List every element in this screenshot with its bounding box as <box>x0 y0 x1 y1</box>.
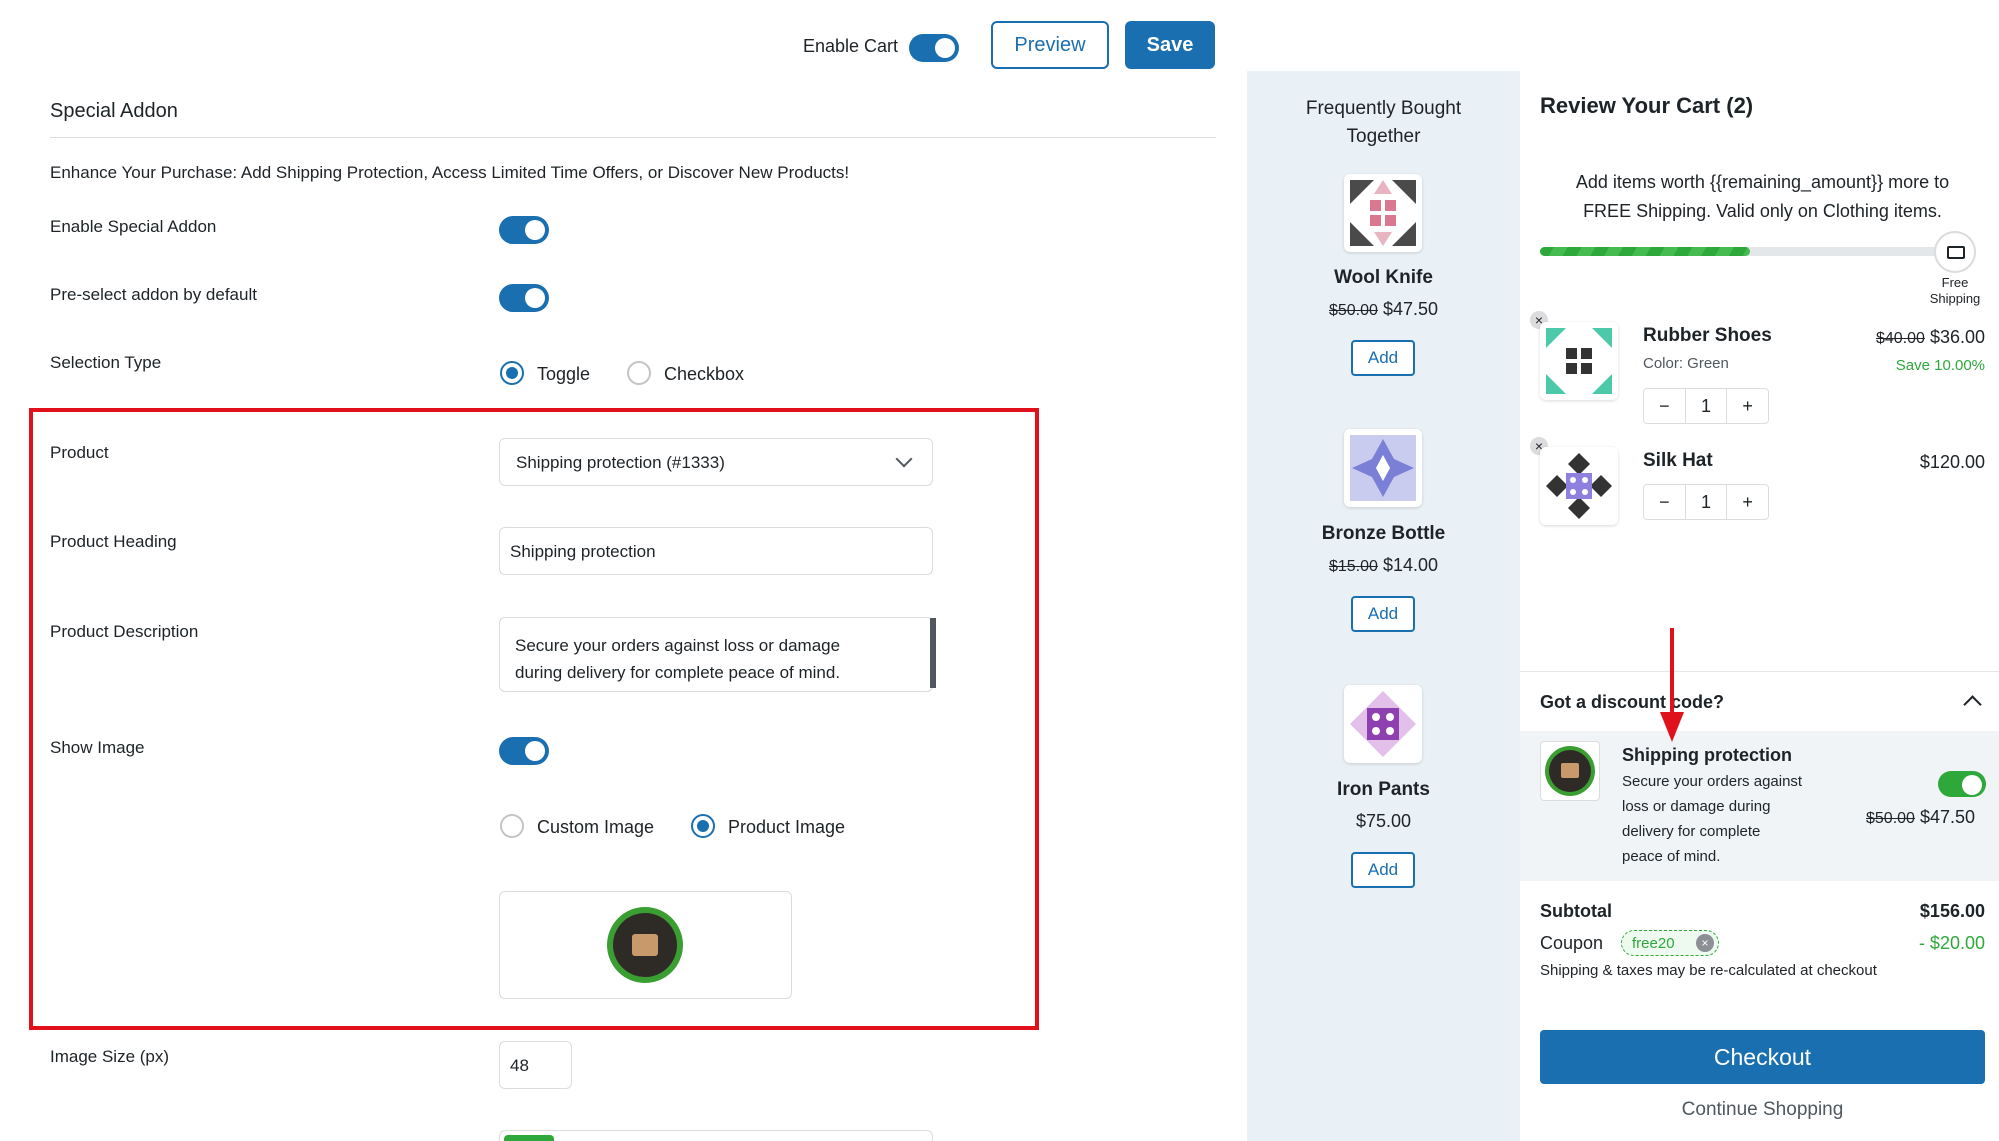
fbt-add-button[interactable]: Add <box>1351 340 1415 376</box>
qty-minus-button[interactable]: − <box>1644 396 1685 417</box>
preview-button[interactable]: Preview <box>991 21 1109 69</box>
image-size-input[interactable]: 48 <box>499 1041 572 1089</box>
coupon-label: Coupon <box>1540 933 1604 953</box>
checkout-button[interactable]: Checkout <box>1540 1030 1985 1084</box>
cart-item-price: $40.00 $36.00 <box>1875 327 1985 347</box>
section-divider <box>50 137 1216 138</box>
fbt-product-price: $15.00 $14.00 <box>1328 555 1438 575</box>
fbt-title: Frequently Bought Together <box>1305 98 1462 147</box>
save-button[interactable]: Save <box>1125 21 1215 69</box>
fbt-product-name[interactable]: Bronze Bottle <box>1247 523 1520 545</box>
coupon-code: free20 <box>1632 935 1675 952</box>
addon-description: Secure your orders against loss or damag… <box>1622 773 1803 865</box>
discount-label[interactable]: Got a discount code? <box>1540 692 1724 713</box>
shipping-note: Shipping & taxes may be re-calculated at… <box>1540 962 1877 979</box>
remove-coupon-icon[interactable]: × <box>1696 934 1714 952</box>
quantity-stepper: − 1 + <box>1643 484 1769 520</box>
preselect-toggle[interactable] <box>499 284 549 312</box>
section-title: Special Addon <box>50 100 178 122</box>
radio-checkbox[interactable] <box>627 361 651 385</box>
qty-value[interactable]: 1 <box>1684 388 1728 424</box>
product-thumb-iron-pants[interactable] <box>1344 685 1422 763</box>
qty-minus-button[interactable]: − <box>1644 492 1685 513</box>
image-size-value: 48 <box>510 1056 529 1075</box>
fbt-product-price: $75.00 <box>1355 811 1412 831</box>
quantity-stepper: − 1 + <box>1643 388 1769 424</box>
cart-item-savings: Save 10.00% <box>1895 357 1985 374</box>
preselect-label: Pre-select addon by default <box>50 285 257 304</box>
highlight-frame <box>29 408 1039 1030</box>
shipping-progress-fill <box>1540 247 1750 256</box>
fbt-product-name[interactable]: Iron Pants <box>1247 779 1520 801</box>
qty-value[interactable]: 1 <box>1684 484 1728 520</box>
subtotal-label: Subtotal <box>1540 901 1612 921</box>
enable-cart-label: Enable Cart <box>803 36 899 56</box>
addon-thumb <box>1540 741 1600 801</box>
ticket-icon <box>1934 231 1976 273</box>
cart-title: Review Your Cart (2) <box>1540 93 1754 118</box>
cart-item-name[interactable]: Rubber Shoes <box>1643 325 1772 347</box>
continue-shopping-link[interactable]: Continue Shopping <box>1540 1099 1985 1121</box>
coupon-chip: free20 × <box>1621 930 1719 956</box>
box-icon <box>1561 763 1579 778</box>
cart-item-variant: Color: Green <box>1643 355 1729 372</box>
free-shipping-message: Add items worth {{remaining_amount}} mor… <box>1575 172 1950 221</box>
product-thumb-bronze-bottle[interactable] <box>1344 429 1422 507</box>
enable-special-addon-toggle[interactable] <box>499 216 549 244</box>
radio-checkbox-label: Checkbox <box>664 364 745 384</box>
cart-item-name[interactable]: Silk Hat <box>1643 450 1713 472</box>
addon-price: $50.00 $47.50 <box>1866 807 1976 827</box>
fbt-product-name[interactable]: Wool Knife <box>1247 267 1520 289</box>
shipping-protection-badge-icon <box>1545 746 1595 796</box>
shipping-progress-bar <box>1540 247 1960 256</box>
fbt-add-button[interactable]: Add <box>1351 596 1415 632</box>
qty-plus-button[interactable]: + <box>1727 492 1768 513</box>
free-shipping-label: Free Shipping <box>1929 275 1981 306</box>
addon-toggle[interactable] <box>1938 771 1986 797</box>
next-field-partial <box>499 1130 933 1141</box>
subtotal-value: $156.00 <box>1919 901 1985 921</box>
annotation-arrow <box>1670 628 1674 718</box>
chevron-up-icon[interactable] <box>1963 695 1982 714</box>
top-toolbar: Enable Cart Preview Save <box>0 0 1230 80</box>
selection-type-label: Selection Type <box>50 353 162 372</box>
cart-item-thumb[interactable] <box>1540 322 1618 400</box>
fbt-panel: Frequently Bought Together Wool Knife $5… <box>1247 71 1520 1141</box>
coupon-value: - $20.00 <box>1918 933 1985 953</box>
cart-item-thumb[interactable] <box>1540 447 1618 525</box>
cart-panel: Review Your Cart (2) Add items worth {{r… <box>1520 71 1999 1141</box>
annotation-arrow-head <box>1660 712 1684 742</box>
product-thumb-wool-knife[interactable] <box>1344 174 1422 252</box>
discount-accordion[interactable]: Got a discount code? <box>1520 671 1999 731</box>
section-intro: Enhance Your Purchase: Add Shipping Prot… <box>50 163 850 182</box>
radio-toggle[interactable] <box>500 361 524 385</box>
addon-name: Shipping protection <box>1622 745 1792 765</box>
fbt-product-price: $50.00 $47.50 <box>1328 299 1438 319</box>
fbt-add-button[interactable]: Add <box>1351 852 1415 888</box>
special-addon-row: Shipping protection Secure your orders a… <box>1520 731 1999 881</box>
radio-toggle-label: Toggle <box>537 364 591 384</box>
qty-plus-button[interactable]: + <box>1727 396 1768 417</box>
image-size-label: Image Size (px) <box>50 1047 170 1066</box>
cart-item-price: $120.00 <box>1919 452 1985 472</box>
enable-special-addon-label: Enable Special Addon <box>50 217 217 236</box>
enable-cart-toggle[interactable] <box>909 34 959 62</box>
